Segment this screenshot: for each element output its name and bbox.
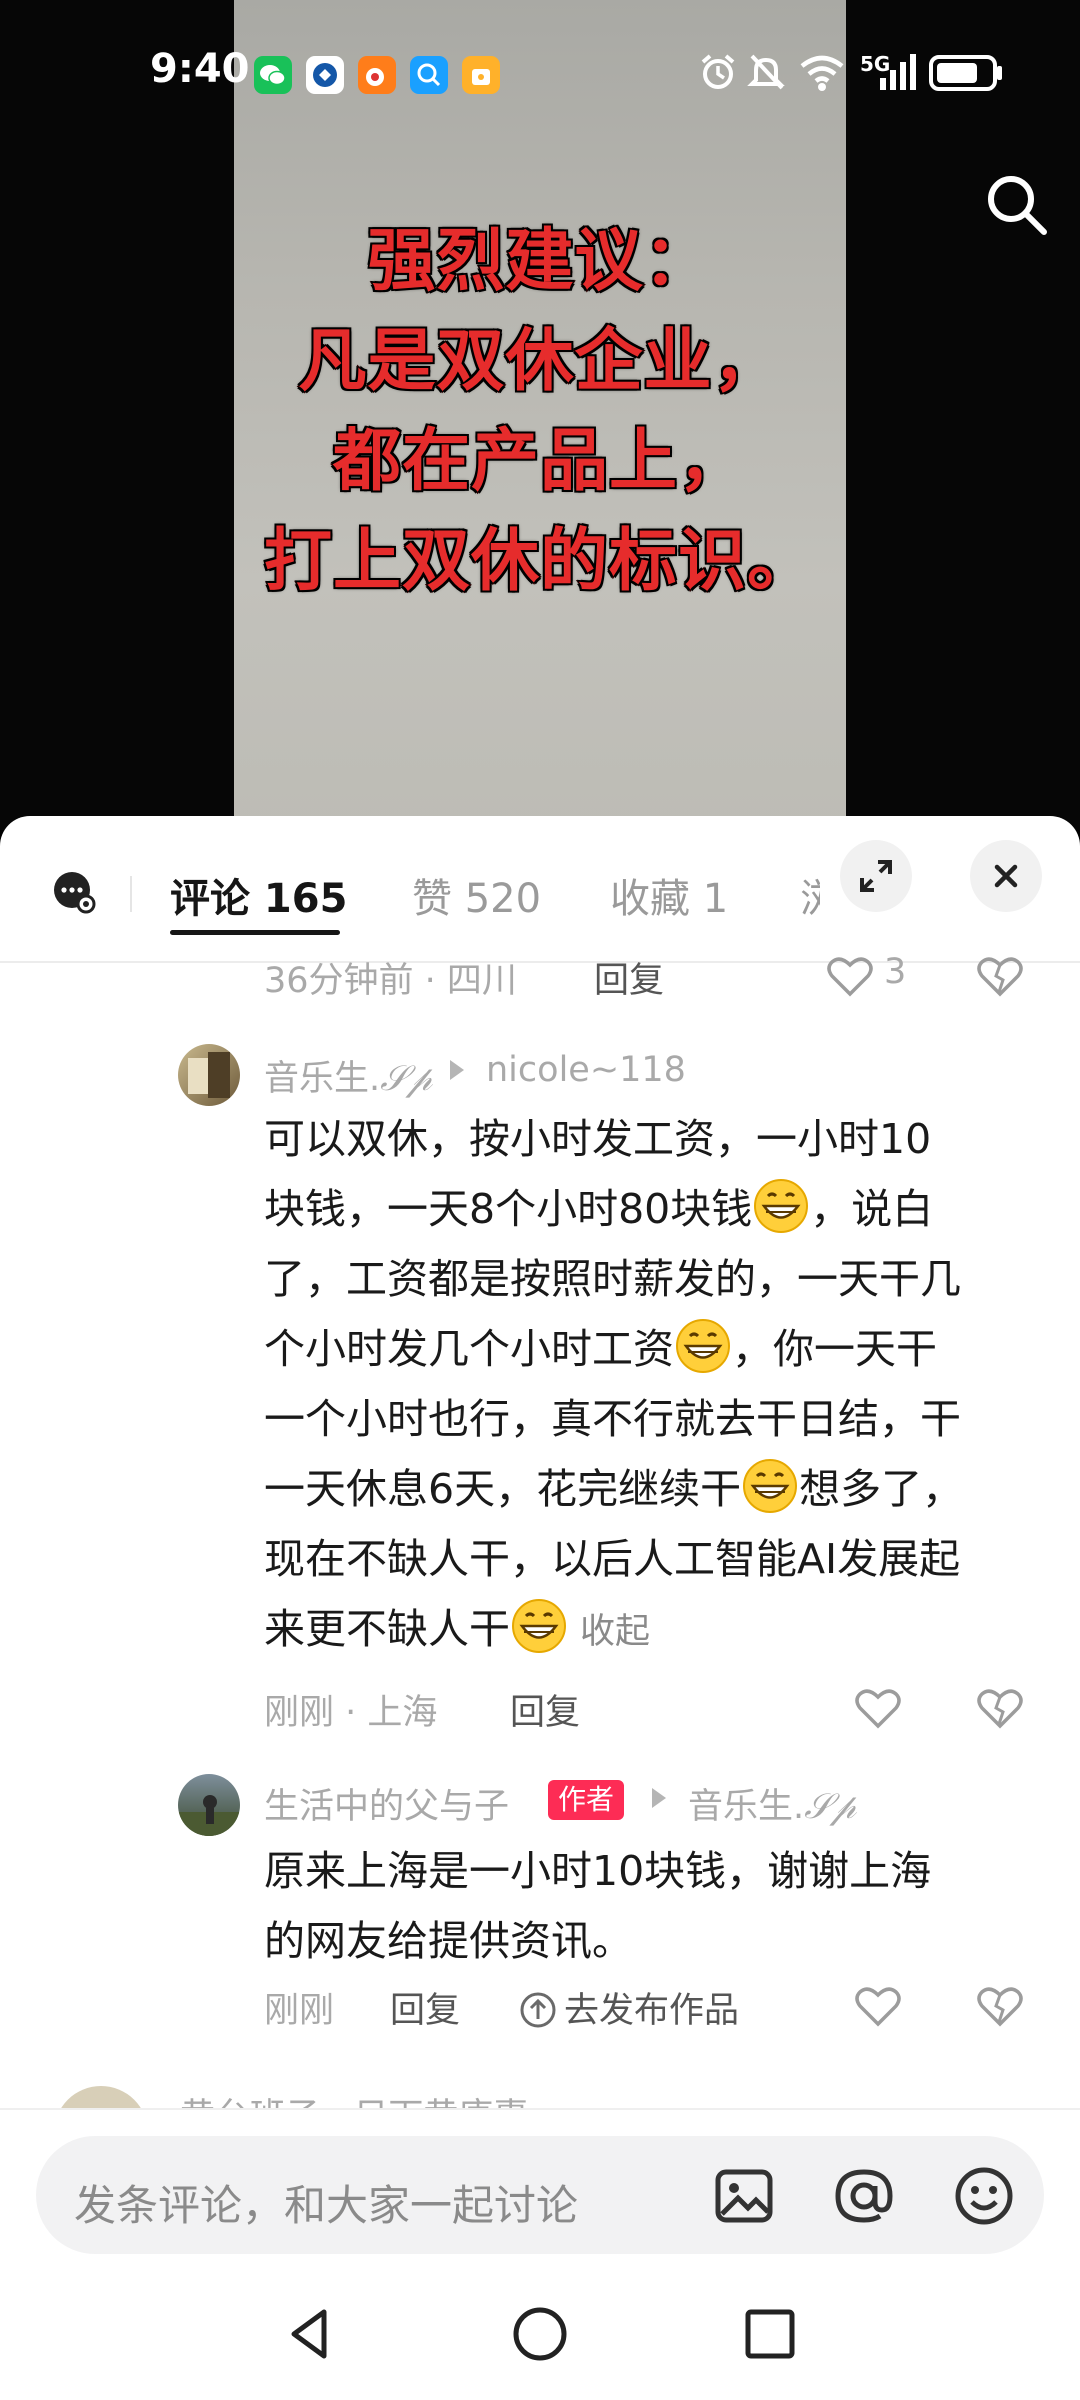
comment-line: 原来上海是一小时10块钱，谢谢上海	[264, 1847, 932, 1895]
weibo-icon	[358, 56, 396, 94]
comment-text: 原来上海是一小时10块钱，谢谢上海 的网友给提供资讯。	[264, 1836, 1034, 1976]
comment-input-bar: 发条评论，和大家一起讨论	[0, 2108, 1080, 2278]
reply-arrow-icon	[648, 1778, 670, 1827]
bank-app-icon	[306, 56, 344, 94]
back-icon[interactable]	[280, 2304, 340, 2368]
comment-input[interactable]: 发条评论，和大家一起讨论	[36, 2136, 1044, 2254]
comment-line: 现在不缺人干，以后人工智能AI发展起	[264, 1535, 961, 1583]
like-heart-icon[interactable]	[850, 1978, 906, 2034]
dislike-icon[interactable]	[972, 1680, 1028, 1736]
tabs-divider-line	[0, 961, 1080, 963]
reply-to-user[interactable]: nicole~118	[486, 1050, 686, 1090]
system-nav-bar	[0, 2278, 1080, 2400]
prev-comment-reply-button[interactable]: 回复	[594, 952, 664, 1003]
home-icon[interactable]	[510, 2304, 570, 2368]
reply-arrow-icon	[446, 1050, 468, 1099]
comment-line-part: 个小时发几个小时工资	[264, 1325, 674, 1373]
comment-line-part: 来更不缺人干	[264, 1605, 510, 1653]
alarm-icon	[696, 50, 740, 94]
publish-work-label: 去发布作品	[564, 1991, 740, 2031]
comment-settings-icon[interactable]	[50, 868, 98, 920]
close-button[interactable]	[970, 840, 1042, 912]
active-tab-indicator	[170, 930, 340, 935]
reply-to-user-name: 音乐生.	[688, 1787, 805, 1827]
comment-line: 可以双休，按小时发工资，一小时10	[264, 1115, 932, 1163]
tab-favorites[interactable]: 收藏 1	[610, 866, 728, 924]
comment-time: 刚刚	[264, 1991, 335, 2031]
cellular-signal-icon	[874, 50, 920, 94]
tab-comments[interactable]: 评论 165	[170, 866, 347, 924]
video-overlay-line-4: 打上双休的标识。	[262, 521, 816, 603]
reply-button[interactable]: 回复	[510, 1684, 580, 1735]
collapse-button[interactable]: 收起	[580, 1612, 650, 1652]
comment-author[interactable]: 生活中的父与子	[264, 1778, 509, 1829]
comment-line-part: 块钱，一天8个小时80块钱	[264, 1185, 753, 1233]
reply-to-user-signature: 𝒮𝓅	[804, 1787, 857, 1827]
grin-emoji-icon	[752, 1177, 810, 1235]
comment-line: 一天休息6天，花完继续干 想多了，	[264, 1454, 1034, 1524]
prev-like-heart-icon[interactable]	[822, 948, 878, 1004]
prev-dislike-icon[interactable]	[972, 948, 1028, 1004]
comment-tabs-bar: 评论 165 赞 520 收藏 1 浏	[0, 816, 1080, 961]
search-app-icon	[410, 56, 448, 94]
comment-line: 的网友给提供资讯。	[264, 1917, 633, 1965]
video-overlay-line-3: 都在产品上，	[331, 421, 747, 503]
avatar[interactable]	[178, 1774, 240, 1836]
prev-comment-time: 36分钟前 · 四川	[264, 961, 517, 1001]
dislike-icon[interactable]	[972, 1978, 1028, 2034]
comment-line-part: 想多了，	[799, 1465, 964, 1513]
video-overlay-line-2: 凡是双休企业，	[297, 321, 782, 403]
grin-emoji-icon	[510, 1597, 568, 1655]
mute-bell-icon	[744, 50, 788, 94]
comment-line: 了，工资都是按照时薪发的，一天干几	[264, 1255, 961, 1303]
screen: 强烈建议： 凡是双休企业， 都在产品上， 打上双休的标识。 9:40 5G 评论…	[0, 0, 1080, 2400]
comment-line-part: ，你一天干	[732, 1325, 937, 1373]
author-badge: 作者	[548, 1780, 625, 1820]
comment-input-placeholder: 发条评论，和大家一起讨论	[74, 2181, 579, 2230]
comment-line: 一个小时也行，真不行就去干日结，干	[264, 1395, 961, 1443]
publish-work-button[interactable]: 去发布作品	[518, 1982, 739, 2039]
search-icon[interactable]	[982, 170, 1050, 238]
image-icon[interactable]	[712, 2164, 776, 2232]
video-overlay-line-1: 强烈建议：	[366, 221, 713, 303]
reply-to-user[interactable]: 音乐生.𝒮𝓅	[688, 1778, 856, 1829]
expand-button[interactable]	[840, 840, 912, 912]
comment-time-location: 刚刚 · 上海	[264, 1693, 438, 1733]
avatar[interactable]	[178, 1044, 240, 1106]
emoji-picker-icon[interactable]	[952, 2164, 1016, 2232]
tab-more[interactable]: 浏	[800, 866, 820, 924]
recents-icon[interactable]	[740, 2304, 800, 2368]
reply-button[interactable]: 回复	[390, 1982, 460, 2033]
comment-line-part: ，说白	[810, 1185, 934, 1233]
comment-author-name: 音乐生.	[264, 1059, 381, 1099]
grin-emoji-icon	[741, 1457, 799, 1515]
wechat-icon	[254, 56, 292, 94]
taobao-app-icon	[462, 56, 500, 94]
tab-likes[interactable]: 赞 520	[412, 866, 541, 924]
wifi-icon	[798, 50, 846, 94]
mention-icon[interactable]	[832, 2164, 896, 2232]
prev-like-count: 3	[884, 952, 907, 992]
upload-circle-icon	[518, 1990, 558, 2039]
grin-emoji-icon	[674, 1317, 732, 1375]
like-heart-icon[interactable]	[850, 1680, 906, 1736]
comment-line: 来更不缺人干 收起	[264, 1594, 1034, 1667]
status-time: 9:40	[150, 46, 250, 92]
comment-line-part: 一天休息6天，花完继续干	[264, 1465, 742, 1513]
author-badge-label: 作者	[548, 1780, 625, 1820]
battery-icon	[928, 50, 1006, 94]
comment-text: 可以双休，按小时发工资，一小时10 块钱，一天8个小时80块钱 ，说白 了，工资都…	[264, 1104, 1034, 1667]
comment-author-signature: 𝒮𝓅	[380, 1059, 433, 1099]
comment-author[interactable]: 音乐生.𝒮𝓅	[264, 1050, 432, 1101]
comment-line: 个小时发几个小时工资 ，你一天干	[264, 1314, 1034, 1384]
comment-line: 块钱，一天8个小时80块钱 ，说白	[264, 1174, 1034, 1244]
tabs-divider	[130, 876, 132, 912]
